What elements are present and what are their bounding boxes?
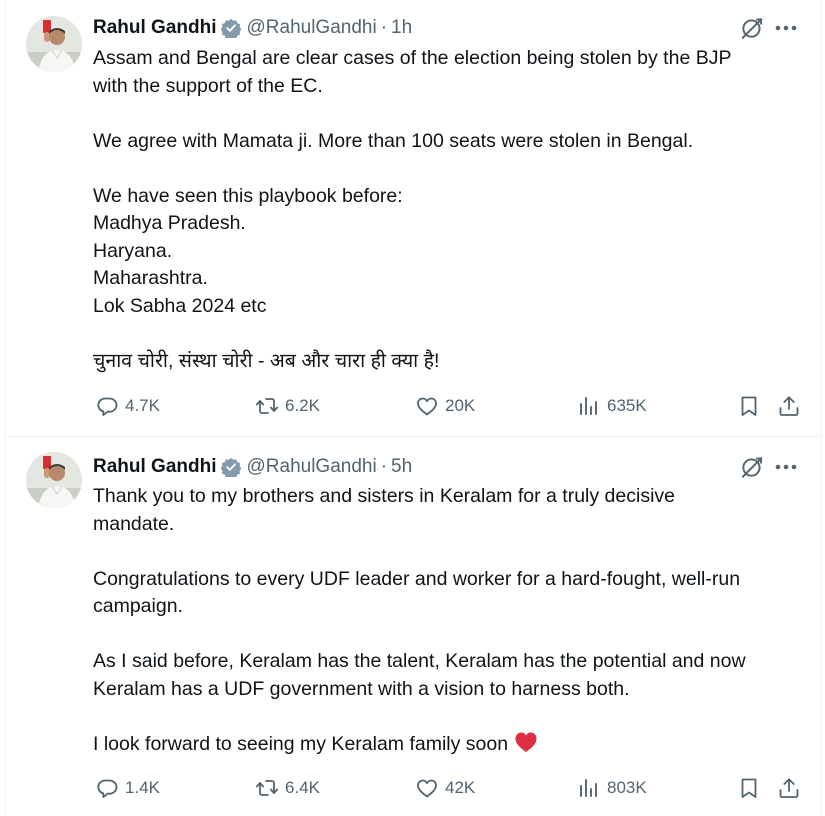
like-count: 20K — [445, 396, 476, 415]
heart-icon — [417, 397, 437, 416]
text-line: Maharashtra. — [93, 267, 208, 289]
views-button[interactable]: 635K — [577, 393, 647, 419]
reply-icon — [97, 397, 118, 416]
author-handle[interactable]: @RahulGandhi — [247, 456, 377, 478]
like-button[interactable]: 42K — [415, 775, 475, 801]
text-line: Assam and Bengal are clear cases of the … — [93, 47, 732, 69]
share-button[interactable] — [777, 393, 801, 419]
author-name[interactable]: Rahul Gandhi — [93, 456, 217, 478]
repost-button[interactable]: 6.2K — [255, 393, 320, 419]
reply-count: 1.4K — [125, 778, 160, 797]
text-line: As I said before, Keralam has the talent… — [93, 650, 746, 672]
like-count: 42K — [445, 778, 476, 797]
views-chart-icon — [580, 779, 597, 797]
text-line: with the support of the EC. — [93, 74, 323, 97]
tweet-paragraph: I look forward to seeing my Keralam fami… — [93, 731, 813, 759]
more-dots-icon[interactable] — [773, 454, 799, 480]
tweet-text: Thank you to my brothers and sisters in … — [93, 483, 813, 758]
avatar[interactable] — [26, 452, 82, 508]
bookmark-icon — [741, 396, 757, 416]
more-dots-icon[interactable] — [773, 15, 799, 41]
text-line: mandate. — [93, 512, 175, 535]
heart-icon — [417, 779, 437, 798]
reply-count: 4.7K — [125, 396, 160, 415]
repost-count: 6.4K — [285, 778, 320, 797]
share-icon — [779, 778, 799, 798]
avatar[interactable] — [26, 16, 82, 72]
view-count: 635K — [607, 396, 647, 415]
tweet-text: Assam and Bengal are clear cases of the … — [93, 45, 813, 375]
views-chart-icon — [580, 397, 597, 415]
text-line: We have seen this playbook before: — [93, 184, 403, 207]
tweet-paragraph: Congratulations to every UDF leader and … — [93, 566, 813, 621]
author-handle[interactable]: @RahulGandhi — [247, 17, 377, 39]
text-line: We agree with Mamata ji. More than 100 s… — [93, 129, 694, 152]
header-separator: · — [380, 456, 388, 477]
bookmark-icon — [741, 778, 757, 798]
text-line: Madhya Pradesh. — [93, 212, 246, 234]
tweet-header: Rahul Gandhi @RahulGandhi · 5h — [93, 454, 821, 480]
repost-icon — [255, 398, 279, 414]
grok-icon[interactable] — [739, 15, 765, 41]
repost-icon — [255, 780, 279, 796]
repost-button[interactable]: 6.4K — [255, 775, 320, 801]
share-icon — [779, 396, 799, 416]
tweet-paragraph: Assam and Bengal are clear cases of the … — [93, 45, 813, 100]
tweet-paragraph: We agree with Mamata ji. More than 100 s… — [93, 128, 813, 156]
text-line: Haryana. — [93, 239, 173, 262]
text-line: Keralam has a UDF government with a visi… — [93, 677, 630, 700]
grok-icon[interactable] — [739, 454, 765, 480]
like-button[interactable]: 20K — [415, 393, 475, 419]
verified-badge-icon[interactable] — [220, 457, 241, 477]
text-line: campaign. — [93, 595, 183, 617]
timeline: Rahul Gandhi @RahulGandhi · 1h Assam and… — [4, 0, 822, 816]
author-name[interactable]: Rahul Gandhi — [93, 17, 217, 39]
tweet-2[interactable]: Rahul Gandhi @RahulGandhi · 5h Thank you… — [5, 437, 821, 816]
tweet-paragraph: We have seen this playbook before: Madhy… — [93, 183, 813, 321]
tweet-paragraph: As I said before, Keralam has the talent… — [93, 648, 813, 703]
text-line: Congratulations to every UDF leader and … — [93, 567, 741, 590]
tweet-paragraph: चुनाव चोरी, संस्था चोरी - अब और चारा ही … — [93, 348, 813, 376]
tweet-timestamp[interactable]: 1h — [391, 17, 412, 39]
view-count: 803K — [607, 778, 647, 797]
tweet-timestamp[interactable]: 5h — [391, 456, 412, 478]
closing-text: I look forward to seeing my Keralam fami… — [93, 732, 509, 755]
text-line: Thank you to my brothers and sisters in … — [93, 485, 675, 507]
reply-button[interactable]: 1.4K — [95, 775, 160, 801]
share-button[interactable] — [777, 775, 801, 801]
red-heart-emoji-icon — [515, 732, 537, 752]
tweet-actions: 4.7K 6.2K 20K 635K — [93, 393, 803, 419]
bookmark-button[interactable] — [737, 775, 761, 801]
tweet-header: Rahul Gandhi @RahulGandhi · 1h — [93, 15, 821, 41]
tweet-paragraph: Thank you to my brothers and sisters in … — [93, 483, 813, 538]
repost-count: 6.2K — [285, 396, 320, 415]
text-line: Lok Sabha 2024 etc — [93, 294, 267, 317]
reply-button[interactable]: 4.7K — [95, 393, 160, 419]
tweet-1[interactable]: Rahul Gandhi @RahulGandhi · 1h Assam and… — [5, 0, 821, 437]
text-line: I look forward to seeing my Keralam fami… — [93, 731, 813, 759]
verified-badge-icon[interactable] — [220, 18, 241, 38]
tweet-actions: 1.4K 6.4K 42K 803K — [93, 775, 803, 801]
header-separator: · — [380, 17, 388, 38]
views-button[interactable]: 803K — [577, 775, 647, 801]
bookmark-button[interactable] — [737, 393, 761, 419]
hindi-text-line: चुनाव चोरी, संस्था चोरी - अब और चारा ही … — [93, 349, 440, 372]
reply-icon — [97, 779, 118, 798]
